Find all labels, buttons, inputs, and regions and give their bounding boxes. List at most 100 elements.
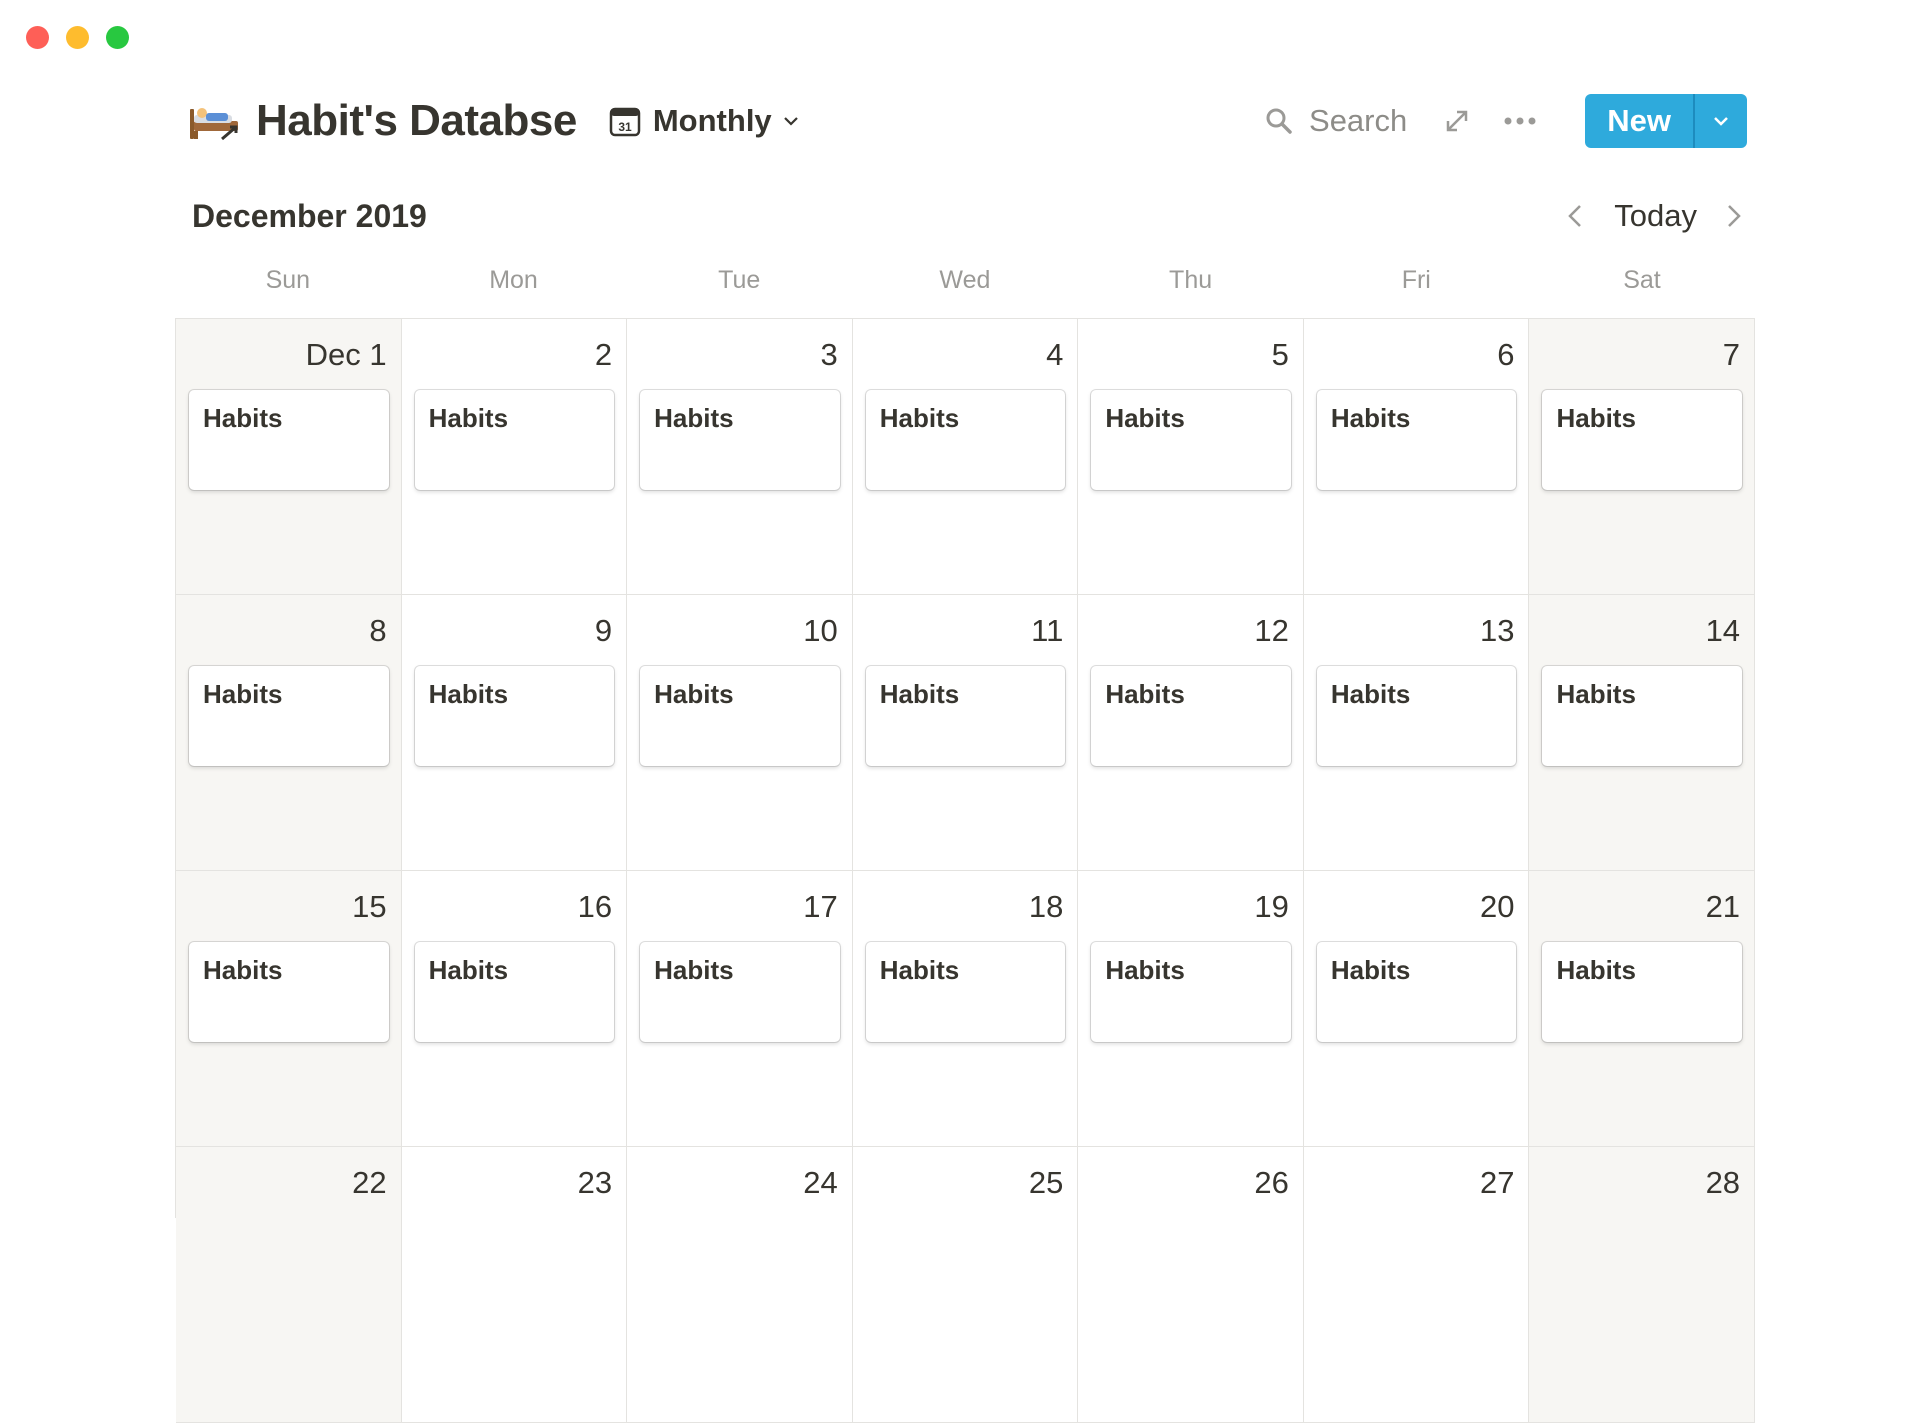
habit-entry-card[interactable]: Habits (414, 942, 615, 1042)
habit-entry-card[interactable]: Habits (414, 666, 615, 766)
calendar-day-cell[interactable]: 15 Habits (176, 871, 402, 1147)
calendar-day-cell[interactable]: 26 (1078, 1147, 1304, 1423)
habit-entry-card[interactable]: Habits (865, 390, 1066, 490)
habit-entry-title: Habits (1556, 955, 1636, 985)
weekday-label: Wed (939, 266, 991, 294)
close-window-button[interactable] (26, 26, 49, 49)
day-number: 11 (1031, 613, 1064, 648)
search-button[interactable]: Search (1265, 103, 1407, 139)
calendar-week-row: 22 23 24 25 26 27 28 (176, 1147, 1756, 1423)
day-number: 6 (1497, 337, 1515, 372)
habit-entry-card[interactable]: Habits (414, 390, 615, 490)
calendar-week-row: 8 Habits 9 Habits 10 Habits 11 Habits 12 Habits 13… (176, 595, 1756, 871)
habit-entry-title: Habits (428, 679, 509, 709)
day-number: 21 (1705, 889, 1741, 924)
calendar-day-cell[interactable]: 23 (401, 1147, 628, 1423)
day-number: 14 (1705, 613, 1741, 648)
calendar-day-cell[interactable]: 20 Habits (1303, 871, 1530, 1147)
minimize-window-button[interactable] (66, 26, 89, 49)
calendar-day-cell[interactable]: 11 Habits (852, 595, 1079, 871)
habit-entry-card[interactable]: Habits (1542, 666, 1743, 766)
month-label: December 2019 (192, 198, 427, 234)
weekday-label: Sat (1623, 266, 1661, 294)
weekday-label: Thu (1169, 266, 1213, 294)
calendar-day-cell[interactable]: 2 Habits (401, 319, 628, 595)
chevron-right-icon[interactable] (1719, 202, 1747, 230)
calendar-day-cell[interactable]: 16 Habits (401, 871, 628, 1147)
habit-entry-title: Habits (879, 955, 960, 985)
calendar-day-cell[interactable]: 10 Habits (627, 595, 853, 871)
new-button[interactable]: New (1585, 94, 1693, 148)
day-number: 16 (577, 889, 613, 924)
habit-entry-card[interactable]: Habits (189, 390, 389, 490)
window-controls (26, 26, 129, 49)
calendar-day-cell[interactable]: 5 Habits (1078, 319, 1304, 595)
zoom-window-button[interactable] (106, 26, 129, 49)
calendar-day-cell[interactable]: 24 (627, 1147, 853, 1423)
habit-entry-card[interactable]: Habits (1316, 666, 1517, 766)
calendar-day-cell[interactable]: 4 Habits (852, 319, 1079, 595)
habit-entry-title: Habits (203, 679, 283, 709)
habit-entry-card[interactable]: Habits (640, 666, 840, 766)
habit-entry-card[interactable]: Habits (189, 666, 389, 766)
day-number: 13 (1479, 613, 1515, 648)
habit-entry-card[interactable]: Habits (865, 942, 1066, 1042)
calendar-day-cell[interactable]: 7 Habits (1529, 319, 1756, 595)
calendar-week-row: 15 Habits 16 Habits 17 Habits 18 Habits 19 Habits… (176, 871, 1756, 1147)
habit-entry-title: Habits (654, 955, 734, 985)
calendar-day-cell[interactable]: 8 Habits (176, 595, 402, 871)
day-number: 7 (1722, 337, 1741, 372)
habit-entry-card[interactable]: Habits (865, 666, 1066, 766)
more-options-icon[interactable] (1503, 116, 1537, 126)
page-title: Habit's Databse (256, 96, 577, 145)
calendar-day-cell[interactable]: 3 Habits (627, 319, 853, 595)
day-number: 19 (1254, 889, 1289, 924)
expand-icon[interactable] (1443, 107, 1471, 135)
calendar-day-cell[interactable]: 9 Habits (401, 595, 628, 871)
calendar-day-cell[interactable]: Dec 1 Habits (176, 319, 402, 595)
calendar-day-cell[interactable]: 28 (1529, 1147, 1756, 1423)
habit-entry-card[interactable]: Habits (1091, 390, 1291, 490)
day-number: Dec 1 (305, 337, 387, 372)
day-number: 27 (1479, 1165, 1515, 1200)
calendar-day-cell[interactable]: 21 Habits (1529, 871, 1756, 1147)
calendar-day-cell[interactable]: 12 Habits (1078, 595, 1304, 871)
habit-entry-card[interactable]: Habits (1091, 942, 1291, 1042)
weekday-label: Fri (1401, 266, 1431, 294)
chevron-down-icon (1714, 117, 1728, 126)
habit-entry-card[interactable]: Habits (1316, 942, 1517, 1042)
habit-entry-card[interactable]: Habits (189, 942, 389, 1042)
chevron-left-icon[interactable] (1562, 202, 1590, 230)
day-number: 17 (803, 889, 838, 924)
calendar-day-cell[interactable]: 19 Habits (1078, 871, 1304, 1147)
day-number: 8 (369, 613, 387, 648)
habit-entry-title: Habits (654, 403, 734, 433)
habit-entry-title: Habits (879, 403, 960, 433)
calendar-toolbar: December 2019 Today (192, 196, 1747, 236)
calendar-day-cell[interactable]: 6 Habits (1303, 319, 1530, 595)
calendar-day-cell[interactable]: 18 Habits (852, 871, 1079, 1147)
habit-entry-card[interactable]: Habits (1542, 390, 1743, 490)
new-dropdown-button[interactable] (1695, 94, 1747, 148)
habit-entry-title: Habits (654, 679, 734, 709)
calendar-day-cell[interactable]: 14 Habits (1529, 595, 1756, 871)
habit-entry-card[interactable]: Habits (640, 390, 840, 490)
habit-entry-card[interactable]: Habits (1091, 666, 1291, 766)
calendar-day-cell[interactable]: 17 Habits (627, 871, 853, 1147)
habit-entry-card[interactable]: Habits (640, 942, 840, 1042)
day-number: 23 (577, 1165, 613, 1200)
day-number: 2 (594, 337, 613, 372)
habit-entry-title: Habits (1105, 679, 1185, 709)
habit-entry-title: Habits (203, 955, 283, 985)
habit-entry-card[interactable]: Habits (1542, 942, 1743, 1042)
calendar-day-cell[interactable]: 27 (1303, 1147, 1530, 1423)
habit-entry-title: Habits (1330, 679, 1411, 709)
habit-entry-card[interactable]: Habits (1316, 390, 1517, 490)
calendar-day-cell[interactable]: 22 (176, 1147, 402, 1423)
view-selector[interactable]: 31 Monthly (609, 103, 800, 139)
calendar-day-cell[interactable]: 13 Habits (1303, 595, 1530, 871)
today-button[interactable]: Today (1614, 198, 1697, 234)
new-button-group: New (1585, 94, 1747, 148)
calendar-day-cell[interactable]: 25 (852, 1147, 1079, 1423)
day-number: 25 (1028, 1165, 1064, 1200)
